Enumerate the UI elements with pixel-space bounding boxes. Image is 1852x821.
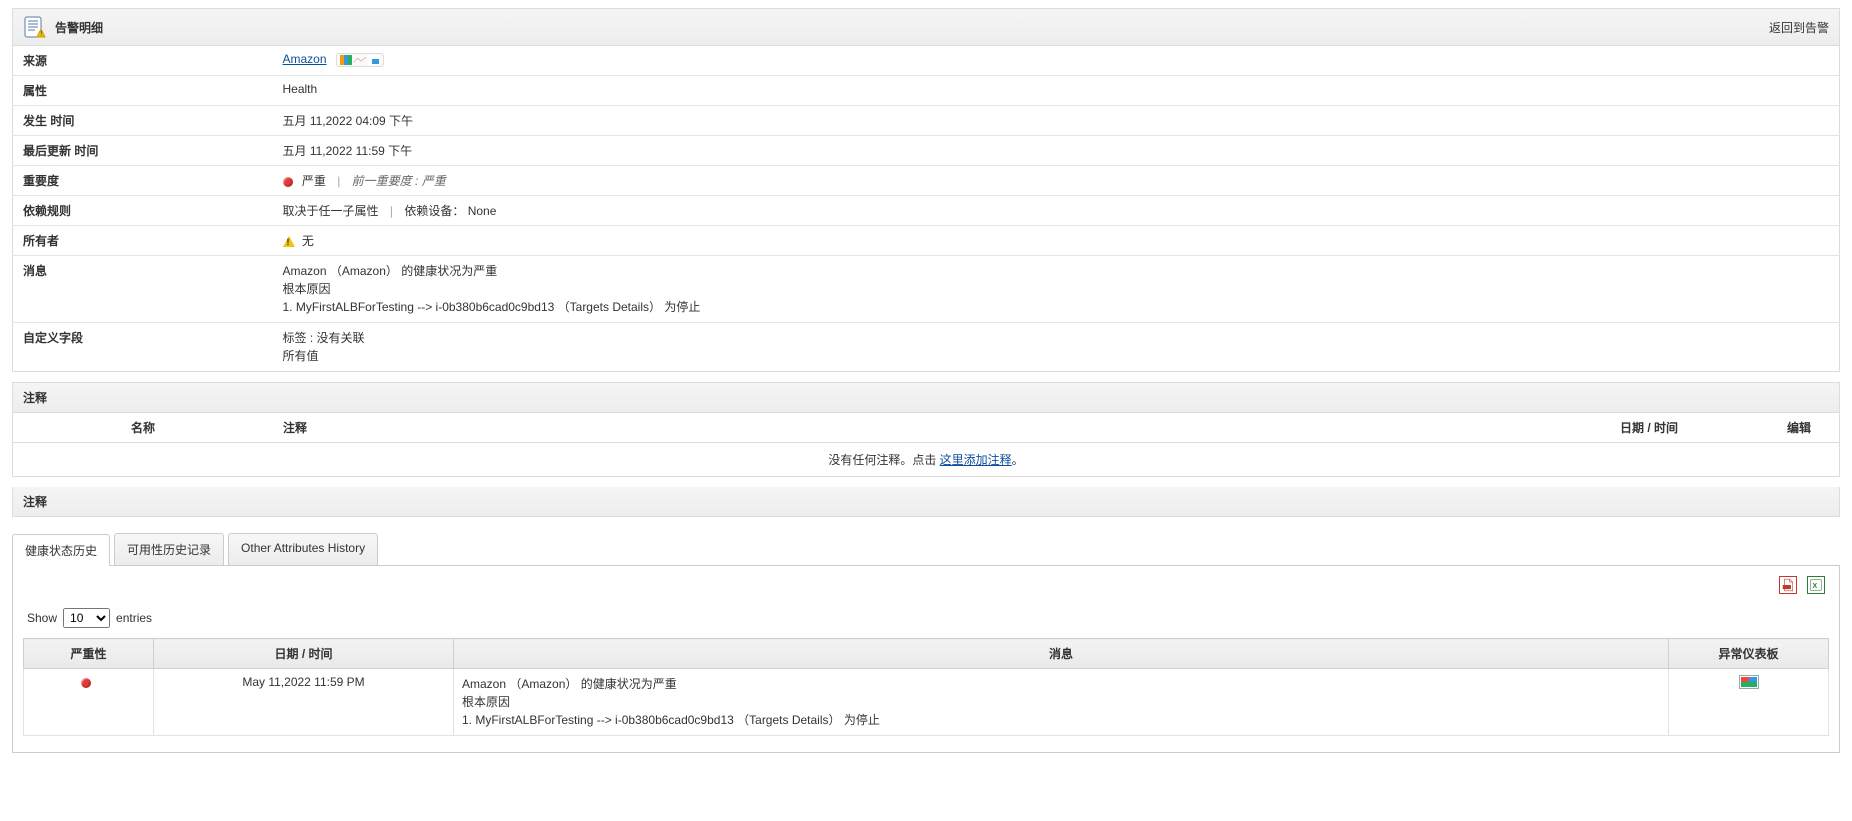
source-label: 来源 <box>13 46 273 76</box>
tab-health-history[interactable]: 健康状态历史 <box>12 534 110 566</box>
severity-dot-icon <box>283 177 293 187</box>
history-col-dashboard[interactable]: 异常仪表板 <box>1669 639 1829 669</box>
message-line: 1. MyFirstALBForTesting --> i-0b380b6cad… <box>283 298 1830 316</box>
deprule-right-value: None <box>468 204 497 218</box>
notes-col-note: 注释 <box>273 413 1539 442</box>
deprule-left: 取决于任一子属性 <box>283 204 379 218</box>
deprule-label: 依赖规则 <box>13 196 273 226</box>
custom-fields-line: 所有值 <box>283 347 1830 365</box>
severity-label: 重要度 <box>13 166 273 196</box>
notes-section-header-2: 注释 <box>12 487 1840 517</box>
alarm-detail-icon: ! <box>23 15 47 39</box>
history-col-severity[interactable]: 严重性 <box>24 639 154 669</box>
anomaly-dashboard-icon[interactable] <box>1739 675 1759 689</box>
detail-table: 来源 Amazon 属性 Health 发生 时间 五月 11,2022 04:… <box>12 46 1840 372</box>
entries-select[interactable]: 102550100 <box>63 608 110 628</box>
entries-show-label: Show <box>27 611 57 625</box>
tab-other-attributes-history[interactable]: Other Attributes History <box>228 533 378 565</box>
updated-time-value: 五月 11,2022 11:59 下午 <box>273 136 1840 166</box>
row-severity <box>24 669 154 736</box>
owner-value: 无 <box>302 234 314 248</box>
notes-empty-suffix: 。 <box>1012 453 1024 467</box>
notes-col-edit: 编辑 <box>1759 413 1839 442</box>
message-label: 消息 <box>13 256 273 323</box>
back-to-alarms-link[interactable]: 返回到告警 <box>1769 19 1829 36</box>
occur-time-value: 五月 11,2022 04:09 下午 <box>273 106 1840 136</box>
svg-text:X: X <box>1813 583 1818 590</box>
source-chart-icons[interactable] <box>336 53 384 67</box>
deprule-right-label: 依赖设备： <box>404 204 464 218</box>
attribute-label: 属性 <box>13 76 273 106</box>
add-note-link[interactable]: 这里添加注释 <box>940 453 1012 467</box>
notes-columns: 名称 注释 日期 / 时间 编辑 <box>12 413 1840 443</box>
owner-label: 所有者 <box>13 226 273 256</box>
history-tabs: 健康状态历史 可用性历史记录 Other Attributes History <box>12 533 1840 565</box>
history-col-datetime[interactable]: 日期 / 时间 <box>154 639 454 669</box>
attribute-value: Health <box>273 76 1840 106</box>
notes-section-header: 注释 <box>12 382 1840 413</box>
notes-col-name: 名称 <box>13 413 273 442</box>
message-line: Amazon （Amazon） 的健康状况为严重 <box>462 675 1660 693</box>
message-line: 1. MyFirstALBForTesting --> i-0b380b6cad… <box>462 711 1660 729</box>
notes-col-datetime: 日期 / 时间 <box>1539 413 1759 442</box>
row-datetime: May 11,2022 11:59 PM <box>154 669 454 736</box>
bar-chart-icon[interactable] <box>340 55 352 65</box>
updated-time-label: 最后更新 时间 <box>13 136 273 166</box>
line-chart-icon[interactable] <box>354 55 366 65</box>
message-line: 根本原因 <box>462 693 1660 711</box>
history-panel: X Show 102550100 entries 严重性 日期 / 时间 消息 … <box>12 565 1840 753</box>
custom-fields-label: 自定义字段 <box>13 323 273 372</box>
history-col-message[interactable]: 消息 <box>454 639 1669 669</box>
entries-text: entries <box>116 611 152 625</box>
separator: | <box>337 174 340 188</box>
history-table: 严重性 日期 / 时间 消息 异常仪表板 May 11,2022 11:59 P… <box>23 638 1829 736</box>
notes-empty-row: 没有任何注释。点击 这里添加注释。 <box>12 443 1840 477</box>
severity-value: 严重 <box>302 174 326 188</box>
occur-time-label: 发生 时间 <box>13 106 273 136</box>
svg-text:!: ! <box>40 31 42 38</box>
page-header: ! 告警明细 返回到告警 <box>12 8 1840 46</box>
table-row: May 11,2022 11:59 PMAmazon （Amazon） 的健康状… <box>24 669 1829 736</box>
row-message: Amazon （Amazon） 的健康状况为严重根本原因1. MyFirstAL… <box>454 669 1669 736</box>
prev-severity-label: 前一重要度 : <box>352 174 419 188</box>
table-view-icon[interactable] <box>368 55 380 65</box>
page-title: 告警明细 <box>55 19 103 36</box>
source-link[interactable]: Amazon <box>283 52 327 66</box>
tab-availability-history[interactable]: 可用性历史记录 <box>114 533 224 565</box>
export-excel-icon[interactable]: X <box>1807 576 1825 594</box>
custom-fields-line: 标签 : 没有关联 <box>283 329 1830 347</box>
row-dashboard <box>1669 669 1829 736</box>
warning-icon <box>283 236 295 247</box>
export-pdf-icon[interactable] <box>1779 576 1797 594</box>
message-line: Amazon （Amazon） 的健康状况为严重 <box>283 262 1830 280</box>
severity-dot-icon <box>81 678 91 688</box>
notes-empty-prefix: 没有任何注释。点击 <box>828 453 939 467</box>
message-line: 根本原因 <box>283 280 1830 298</box>
separator: | <box>390 204 393 218</box>
prev-severity-value: 严重 <box>422 174 446 188</box>
